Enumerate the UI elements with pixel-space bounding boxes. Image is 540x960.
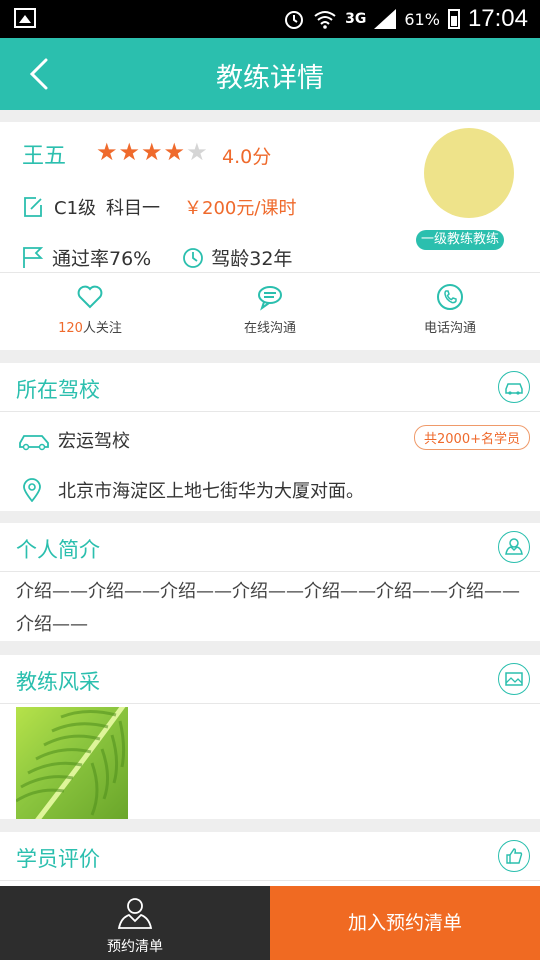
coach-gallery-section: 教练风采 bbox=[0, 655, 540, 819]
person-icon[interactable] bbox=[498, 531, 530, 563]
section-title: 学员评价 bbox=[16, 847, 100, 871]
follow-button[interactable]: 120人关注 bbox=[0, 283, 180, 336]
driving-years: 驾龄32年 bbox=[211, 248, 293, 270]
rating-stars: ★★★★★ bbox=[96, 138, 209, 166]
booking-list-label: 预约清单 bbox=[107, 939, 163, 955]
license-row: C1级 科目一 ￥200元/课时 bbox=[22, 194, 296, 220]
section-header: 个人简介 bbox=[0, 523, 540, 572]
section-title: 教练风采 bbox=[16, 670, 100, 694]
coach-level-badge: 一级教练教练 bbox=[416, 230, 504, 250]
edit-icon bbox=[24, 197, 42, 217]
student-reviews-section: 学员评价 bbox=[0, 832, 540, 892]
action-bar: 120人关注 在线沟通 电话沟通 bbox=[0, 272, 540, 351]
car-icon[interactable] bbox=[498, 371, 530, 403]
star-icon: ★ bbox=[96, 138, 119, 166]
add-to-booking-button[interactable]: 加入预约清单 bbox=[270, 886, 540, 960]
stats-row: 通过率76% 驾龄32年 bbox=[22, 244, 292, 271]
follow-count: 120 bbox=[58, 321, 83, 336]
location-pin-icon bbox=[23, 478, 41, 502]
star-icon: ★ bbox=[163, 138, 187, 166]
chat-label: 在线沟通 bbox=[243, 321, 296, 336]
price: ￥200元/课时 bbox=[184, 198, 297, 219]
battery-percent: 61% bbox=[404, 9, 440, 29]
avatar bbox=[424, 128, 514, 218]
gallery-notification-icon bbox=[14, 8, 36, 28]
star-icon: ★ bbox=[141, 138, 164, 166]
phone-call-button[interactable]: 电话沟通 bbox=[360, 283, 540, 336]
driving-school-section: 所在驾校 宏运驾校 共2000+名学员 北京市海淀区上地七街华为大厦对面。 bbox=[0, 363, 540, 511]
chat-bubble-icon bbox=[258, 286, 282, 311]
alarm-icon bbox=[285, 11, 304, 29]
star-icon: ★ bbox=[118, 138, 142, 166]
gallery-photo[interactable] bbox=[16, 707, 128, 819]
section-title: 个人简介 bbox=[16, 538, 100, 562]
license-level: C1级 bbox=[54, 198, 97, 219]
section-header: 所在驾校 bbox=[0, 363, 540, 412]
wifi-icon bbox=[314, 11, 336, 29]
signal-icon bbox=[374, 9, 397, 29]
school-name: 宏运驾校 bbox=[58, 431, 130, 452]
rating-score: 4.0分 bbox=[222, 146, 272, 168]
status-bar: 3G 61% 17:04 bbox=[0, 0, 540, 38]
thumbs-up-icon[interactable] bbox=[498, 840, 530, 872]
leaf-image bbox=[16, 707, 126, 819]
subject: 科目一 bbox=[106, 198, 161, 219]
section-title: 所在驾校 bbox=[16, 378, 100, 402]
battery-icon bbox=[447, 9, 460, 29]
personal-intro-section: 个人简介 介绍——介绍——介绍——介绍——介绍——介绍——介绍——介绍—— bbox=[0, 523, 540, 641]
school-address: 北京市海淀区上地七街华为大厦对面。 bbox=[58, 481, 364, 502]
title-bar: 教练详情 bbox=[0, 38, 540, 110]
heart-icon bbox=[77, 285, 103, 309]
clock: 17:04 bbox=[467, 5, 528, 32]
car-icon bbox=[19, 435, 49, 451]
network-type: 3G bbox=[345, 11, 367, 27]
image-icon[interactable] bbox=[498, 663, 530, 695]
person-icon bbox=[117, 898, 153, 929]
booking-list-button[interactable]: 预约清单 bbox=[0, 886, 270, 960]
address-row[interactable]: 北京市海淀区上地七街华为大厦对面。 bbox=[22, 477, 364, 503]
online-chat-button[interactable]: 在线沟通 bbox=[180, 283, 360, 336]
star-empty-icon: ★ bbox=[186, 138, 209, 166]
page-title: 教练详情 bbox=[216, 63, 324, 94]
flag-icon bbox=[23, 246, 44, 268]
coach-profile-card: 王五 ★★★★★ 4.0分 C1级 科目一 ￥200元/课时 通过率76% 驾龄… bbox=[0, 122, 540, 350]
phone-icon bbox=[437, 284, 463, 310]
school-name-row[interactable]: 宏运驾校 bbox=[18, 427, 130, 453]
phone-label: 电话沟通 bbox=[423, 321, 476, 336]
student-count-badge: 共2000+名学员 bbox=[414, 425, 530, 450]
follow-label: 人关注 bbox=[82, 321, 122, 336]
clock-icon bbox=[183, 247, 204, 268]
section-header: 教练风采 bbox=[0, 655, 540, 704]
bottom-bar: 预约清单 加入预约清单 bbox=[0, 886, 540, 960]
pass-rate: 通过率76% bbox=[52, 248, 152, 270]
section-header: 学员评价 bbox=[0, 832, 540, 881]
coach-name: 王五 bbox=[22, 144, 67, 169]
intro-text: 介绍——介绍——介绍——介绍——介绍——介绍——介绍——介绍—— bbox=[16, 581, 520, 635]
